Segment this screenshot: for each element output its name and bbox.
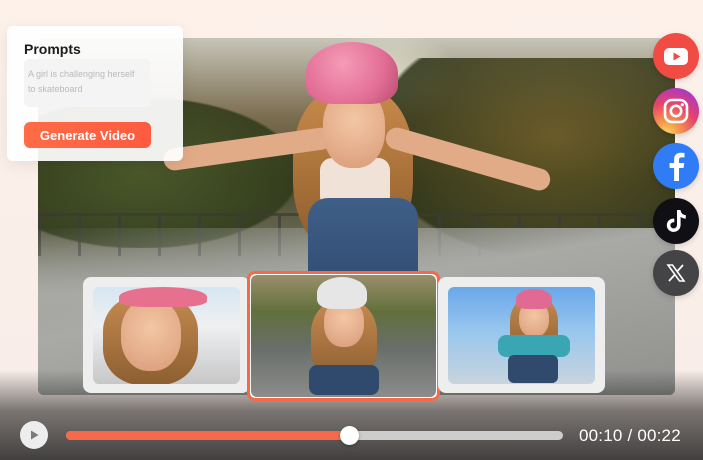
helmet bbox=[516, 289, 552, 309]
generate-video-button[interactable]: Generate Video bbox=[24, 122, 151, 148]
jeans bbox=[309, 365, 379, 395]
youtube-icon[interactable] bbox=[653, 33, 699, 79]
thumbnail-skating[interactable] bbox=[448, 287, 595, 384]
jeans bbox=[508, 355, 558, 383]
time-display: 00:10 / 00:22 bbox=[579, 426, 681, 446]
current-time: 00:10 bbox=[579, 426, 623, 445]
thumbnail-closeup[interactable] bbox=[93, 287, 240, 384]
play-icon bbox=[31, 430, 39, 440]
total-time: 00:22 bbox=[637, 426, 681, 445]
helmet bbox=[317, 277, 367, 309]
prompt-input[interactable]: A girl is challenging herself to skatebo… bbox=[24, 59, 150, 107]
shirt bbox=[498, 335, 570, 357]
thumbnail-crouching[interactable] bbox=[251, 275, 436, 397]
facebook-icon[interactable] bbox=[653, 143, 699, 189]
face bbox=[121, 299, 181, 371]
progress-track[interactable] bbox=[66, 426, 563, 445]
play-button[interactable] bbox=[20, 421, 48, 449]
helmet bbox=[119, 287, 207, 307]
instagram-icon[interactable] bbox=[653, 88, 699, 134]
prompts-title: Prompts bbox=[24, 41, 81, 57]
time-separator: / bbox=[622, 426, 638, 445]
progress-fill bbox=[66, 431, 350, 440]
tiktok-icon[interactable] bbox=[653, 198, 699, 244]
x-icon[interactable] bbox=[653, 250, 699, 296]
prompts-card: Prompts A girl is challenging herself to… bbox=[7, 26, 183, 161]
helmet bbox=[306, 42, 398, 104]
